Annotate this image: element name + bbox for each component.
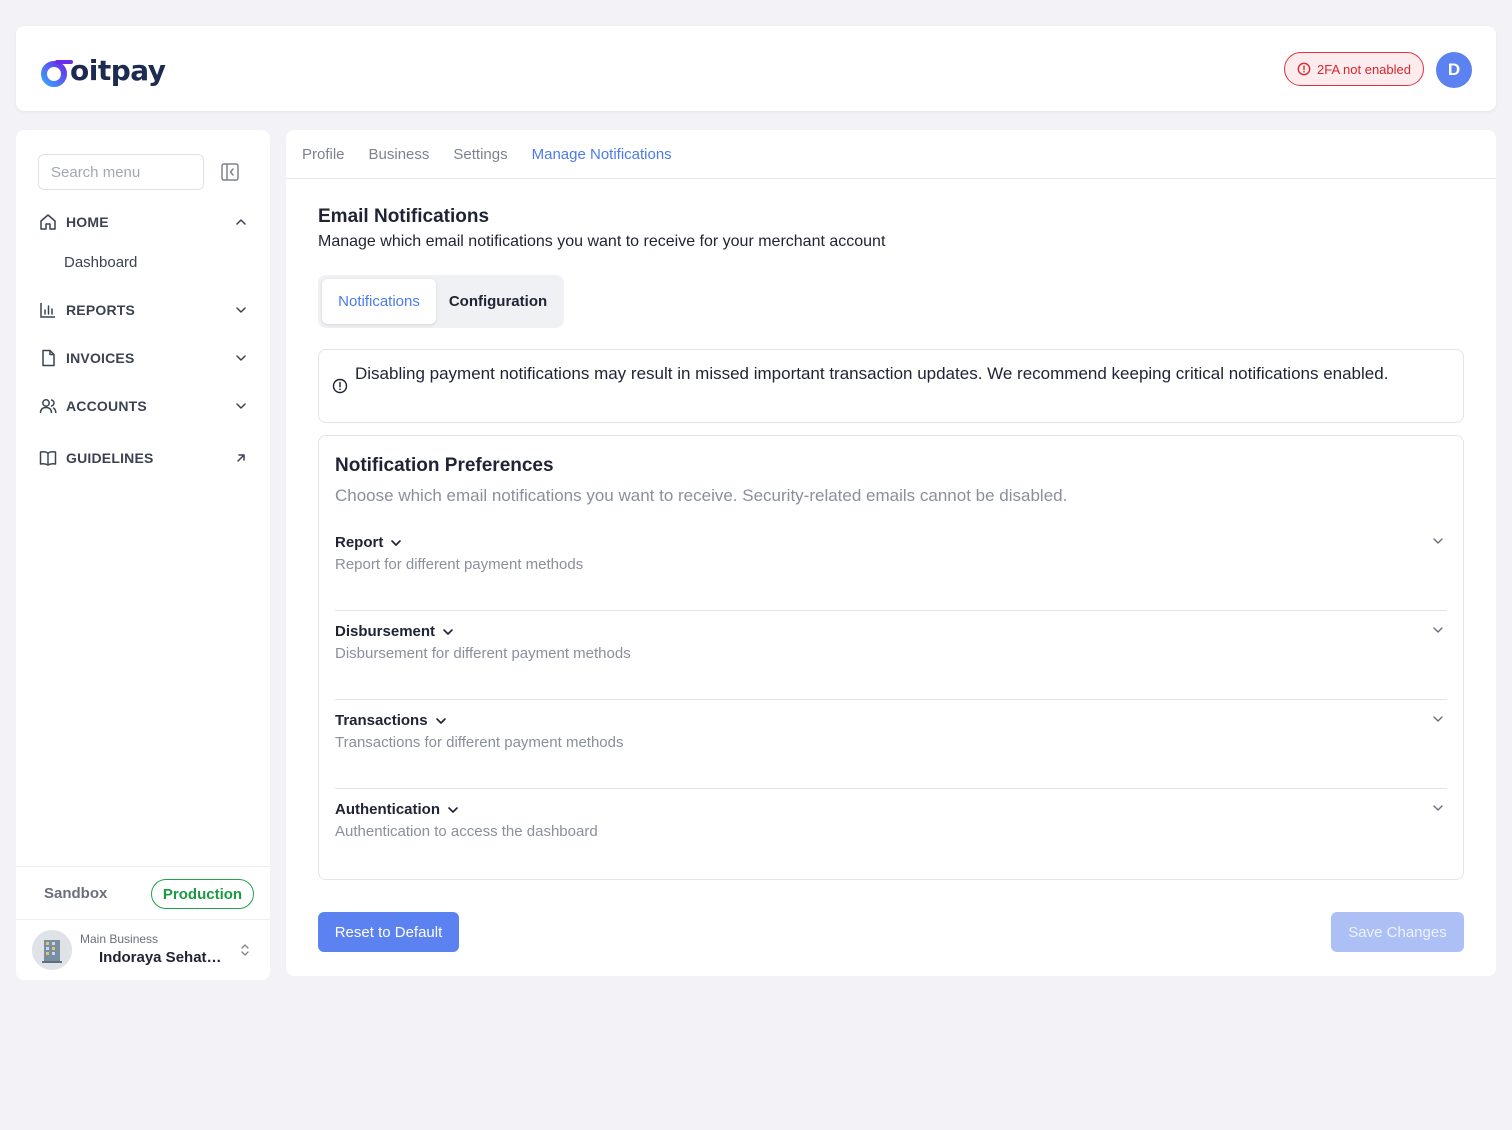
info-circle-icon <box>332 378 348 394</box>
sidebar-item-reports[interactable]: REPORTS <box>38 296 248 324</box>
chevron-down-icon <box>1433 716 1443 722</box>
sidebar: HOME Dashboard REPORTS INVOICES ACC <box>16 130 270 980</box>
prefs-subtitle: Choose which email notifications you wan… <box>335 486 1068 505</box>
accordion-description: Disbursement for different payment metho… <box>335 645 631 662</box>
alert-text: Disabling payment notifications may resu… <box>355 364 1389 383</box>
chevron-down-icon <box>448 806 458 813</box>
accordion-disbursement[interactable]: Disbursement Disbursement for different … <box>335 611 1447 700</box>
reset-to-default-button[interactable]: Reset to Default <box>318 912 459 952</box>
document-icon <box>42 349 55 367</box>
accordion-description: Transactions for different payment metho… <box>335 734 624 751</box>
top-header: oitpay 2FA not enabled D <box>16 26 1496 111</box>
accordion-authentication[interactable]: Authentication Authentication to access … <box>335 789 1447 878</box>
user-avatar[interactable]: D <box>1436 52 1472 88</box>
accordion-title: Transactions <box>335 712 428 729</box>
chevron-down-icon <box>435 717 446 724</box>
doitpay-logo[interactable]: oitpay <box>40 44 166 92</box>
search-menu-input[interactable] <box>38 154 204 190</box>
accordion-report[interactable]: Report Report for different payment meth… <box>335 522 1447 611</box>
main-panel: Profile Business Settings Manage Notific… <box>286 130 1496 976</box>
accordion-title: Disbursement <box>335 623 436 640</box>
segment-configuration[interactable]: Configuration <box>436 279 560 324</box>
building-icon <box>32 930 72 970</box>
sidebar-item-label: REPORTS <box>66 302 136 318</box>
sidebar-item-accounts[interactable]: ACCOUNTS <box>38 392 248 420</box>
chevron-down-icon <box>1433 627 1443 633</box>
sidebar-item-home[interactable]: HOME <box>38 208 248 236</box>
notification-mode-toggle: Notifications Configuration <box>318 275 564 328</box>
business-name: Indoraya Sehatindo <box>99 949 225 966</box>
twofa-warning-badge[interactable]: 2FA not enabled <box>1284 52 1424 86</box>
sidebar-item-label: HOME <box>66 214 109 230</box>
tab-settings[interactable]: Settings <box>453 146 507 163</box>
accordion-description: Authentication to access the dashboard <box>335 823 598 840</box>
page-subtitle: Manage which email notifications you wan… <box>318 233 886 250</box>
accordion-title: Report <box>335 534 384 551</box>
environment-switcher: Sandbox Production <box>16 866 270 920</box>
accordion-transactions[interactable]: Transactions Transactions for different … <box>335 700 1447 789</box>
tab-manage-notifications[interactable]: Manage Notifications <box>532 146 672 163</box>
chevron-down-icon <box>236 403 246 409</box>
warning-alert: Disabling payment notifications may resu… <box>318 349 1464 423</box>
logo-mark-icon <box>41 47 73 87</box>
env-sandbox-option[interactable]: Sandbox <box>44 885 107 902</box>
collapse-sidebar-icon[interactable] <box>220 162 240 182</box>
page-title: Email Notifications <box>318 206 490 227</box>
tab-business[interactable]: Business <box>369 146 430 163</box>
env-production-option[interactable]: Production <box>151 879 254 909</box>
notification-preferences-card: Notification Preferences Choose which em… <box>318 435 1464 880</box>
chevron-updown-icon <box>241 944 249 956</box>
accordion-description: Report for different payment methods <box>335 556 584 573</box>
sidebar-item-label: ACCOUNTS <box>66 398 147 414</box>
segment-notifications[interactable]: Notifications <box>322 279 436 324</box>
sidebar-subitem-dashboard[interactable]: Dashboard <box>64 254 137 271</box>
business-avatar <box>32 930 72 970</box>
chevron-down-icon <box>236 307 246 313</box>
sidebar-item-guidelines[interactable]: GUIDELINES <box>38 444 248 472</box>
book-icon <box>39 451 57 466</box>
settings-tabs: Profile Business Settings Manage Notific… <box>286 130 1496 179</box>
accordion-title: Authentication <box>335 801 440 818</box>
prefs-title: Notification Preferences <box>335 455 554 476</box>
chevron-down-icon <box>1433 538 1443 544</box>
chevron-down-icon <box>1433 805 1443 811</box>
twofa-badge-label: 2FA not enabled <box>1317 61 1411 77</box>
chevron-down-icon <box>443 628 453 635</box>
save-changes-button[interactable]: Save Changes <box>1331 912 1464 952</box>
chevron-down-icon <box>236 355 246 361</box>
sidebar-item-invoices[interactable]: INVOICES <box>38 344 248 372</box>
chevron-up-icon <box>236 219 246 225</box>
alert-circle-icon <box>1297 62 1311 76</box>
tab-profile[interactable]: Profile <box>302 146 345 163</box>
logo-text: oitpay <box>70 53 166 87</box>
business-switcher[interactable]: Main Business Indoraya Sehatindo <box>16 920 270 980</box>
external-link-arrow-icon <box>237 454 245 462</box>
sidebar-item-label: GUIDELINES <box>66 450 154 466</box>
sidebar-item-label: INVOICES <box>66 350 135 366</box>
home-icon <box>40 214 56 230</box>
users-icon <box>39 399 57 414</box>
chevron-down-icon <box>391 539 402 546</box>
bar-chart-icon <box>40 303 55 318</box>
business-label: Main Business <box>80 932 159 946</box>
